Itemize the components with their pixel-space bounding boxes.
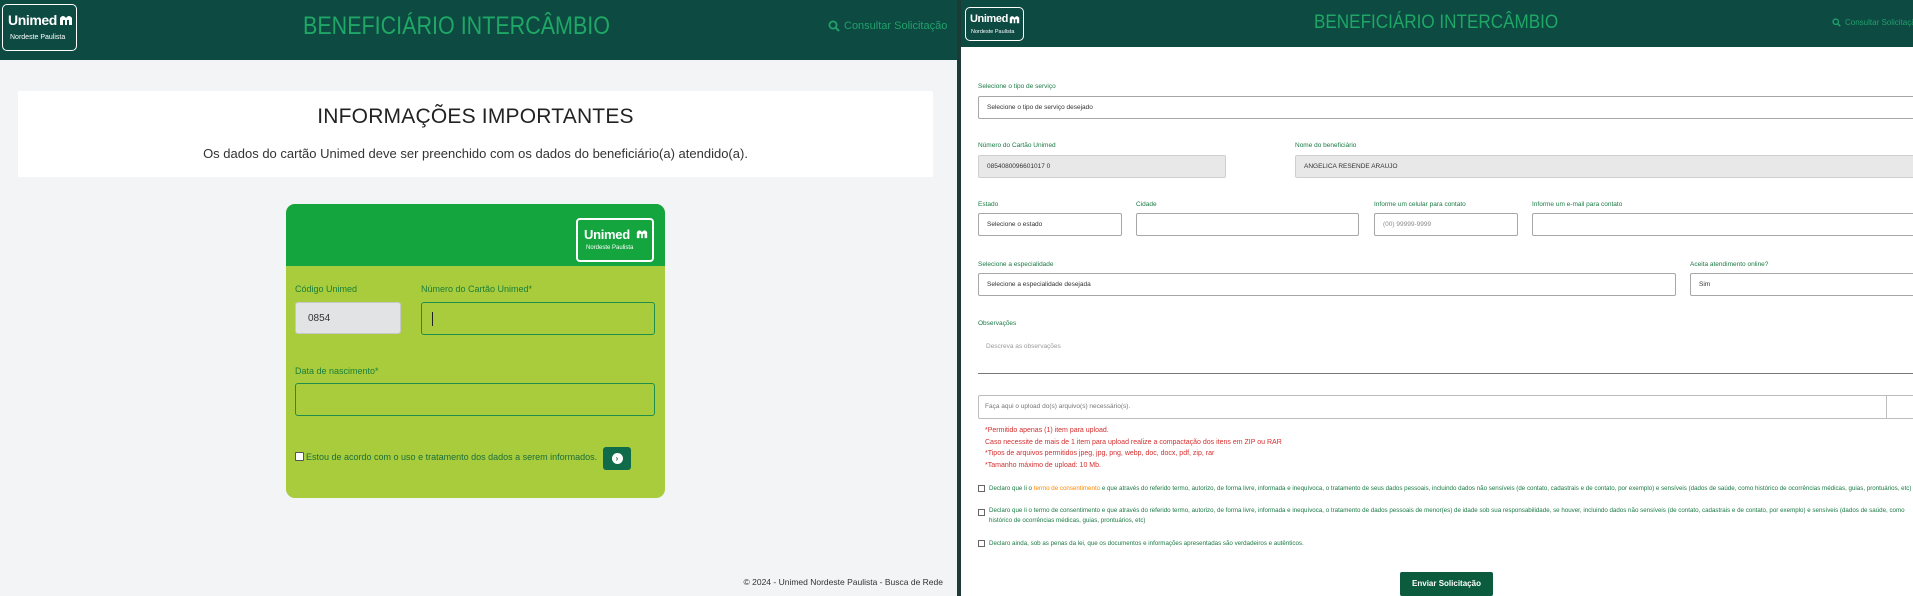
unimed-code-field: 0854 (295, 302, 401, 334)
online-service-select[interactable]: Sim (1690, 273, 1913, 296)
submit-request-button[interactable]: Enviar Solicitação (1400, 572, 1493, 596)
card-number-label: Número do Cartão Unimed (978, 142, 1056, 149)
logo-text: Unimed (970, 13, 1008, 25)
upload-placeholder: Faça aqui o upload do(s) arquivo(s) nece… (985, 403, 1131, 410)
card-number-label: Número do Cartão Unimed* (421, 284, 533, 294)
unimed-code-value: 0854 (308, 313, 331, 324)
request-form-page: Unimed Nordeste Paulista BENEFICIÁRIO IN… (961, 0, 1913, 596)
service-type-value: Selecione o tipo de serviço desejado (987, 104, 1093, 111)
unimed-symbol-icon (636, 230, 648, 239)
consult-request-link[interactable]: Consultar Solicitação (828, 20, 947, 32)
card-number-field: 0854080096601017 0 (978, 155, 1226, 178)
card-number-value: 0854080096601017 0 (987, 163, 1051, 170)
logo-subtitle: Nordeste Paulista (971, 29, 1015, 35)
declaration-3: Declaro ainda, sob as penas da lei, que … (978, 539, 1913, 549)
browse-button[interactable] (1886, 395, 1913, 419)
upload-rule-4: *Tamanho máximo de upload: 10 Mb. (985, 461, 1101, 469)
declaration-3-text: Declaro ainda, sob as penas da lei, que … (989, 540, 1304, 547)
specialty-value: Selecione a especialidade desejada (987, 281, 1091, 288)
phone-placeholder: (00) 99999-9999 (1383, 221, 1432, 228)
declaration-2-text: Declaro que li o termo de consentimento … (989, 507, 1905, 524)
notes-placeholder: Descreva as observações (986, 343, 1061, 350)
card-number-input[interactable] (421, 302, 655, 335)
state-value: Selecione o estado (987, 221, 1043, 228)
search-icon (1832, 18, 1841, 27)
text-cursor (432, 312, 433, 326)
beneficiary-name-label: Nome do beneficiário (1295, 142, 1357, 149)
consent-label: Estou de acordo com o uso e tratamento d… (306, 452, 598, 462)
file-upload-input[interactable]: Faça aqui o upload do(s) arquivo(s) nece… (978, 395, 1913, 419)
declaration-2: Declaro que li o termo de consentimento … (978, 506, 1913, 526)
logo-subtitle: Nordeste Paulista (10, 34, 66, 41)
upload-rule-2: Caso necessite de mais de 1 item para up… (985, 438, 1282, 446)
online-service-label: Aceita atendimento online? (1690, 261, 1769, 268)
declaration-3-checkbox[interactable] (978, 540, 985, 547)
consult-request-label: Consultar Solicitação (1845, 18, 1913, 27)
footer-text: © 2024 - Unimed Nordeste Paulista - Busc… (743, 577, 943, 587)
important-info-card: INFORMAÇÕES IMPORTANTES Os dados do cart… (18, 91, 933, 177)
phone-label: Informe um celular para contato (1374, 201, 1466, 208)
online-service-value: Sim (1699, 281, 1711, 288)
unimed-logo[interactable]: Unimed Nordeste Paulista (2, 4, 77, 51)
login-card-header: Unimed Nordeste Paulista (286, 204, 665, 266)
info-title: INFORMAÇÕES IMPORTANTES (317, 105, 634, 128)
info-text: Os dados do cartão Unimed deve ser preen… (203, 146, 748, 161)
beneficiary-name-field: ANGELICA RESENDE ARAUJO (1295, 155, 1913, 178)
unimed-symbol-icon (60, 16, 72, 25)
declaration-1-checkbox[interactable] (978, 485, 985, 492)
state-label: Estado (978, 201, 999, 208)
city-select[interactable] (1136, 213, 1359, 236)
consent-checkbox[interactable] (295, 452, 304, 461)
card-logo-subtitle: Nordeste Paulista (586, 245, 634, 251)
email-input[interactable] (1532, 213, 1913, 236)
declaration-1: Declaro que li o termo de consentimento … (978, 484, 1913, 494)
submit-login-button[interactable]: › (603, 447, 631, 470)
search-icon (828, 20, 840, 32)
service-type-label: Selecione o tipo de serviço (978, 83, 1056, 90)
birth-date-input[interactable] (295, 383, 655, 416)
service-type-select[interactable]: Selecione o tipo de serviço desejado (978, 96, 1913, 119)
card-unimed-logo: Unimed Nordeste Paulista (576, 218, 654, 262)
email-label: Informe um e-mail para contato (1532, 201, 1623, 208)
consult-request-link[interactable]: Consultar Solicitação (1832, 18, 1913, 27)
specialty-label: Selecione a especialidade (978, 261, 1054, 268)
declaration-1-text-a: Declaro que li o (989, 485, 1034, 492)
unimed-logo[interactable]: Unimed Nordeste Paulista (965, 7, 1024, 41)
upload-rule-1: *Permitido apenas (1) item para upload. (985, 427, 1109, 434)
unimed-code-label: Código Unimed (295, 284, 358, 294)
upload-rules: *Permitido apenas (1) item para upload. … (985, 425, 1282, 471)
page-title: BENEFICIÁRIO INTERCÂMBIO (303, 12, 611, 40)
declaration-2-checkbox[interactable] (978, 509, 985, 516)
beneficiary-name-value: ANGELICA RESENDE ARAUJO (1304, 163, 1398, 170)
notes-label: Observações (978, 320, 1017, 327)
declaration-1-text-b: e que através do referido termo, autoriz… (1100, 485, 1912, 492)
consult-request-label: Consultar Solicitação (844, 20, 948, 32)
page-title: BENEFICIÁRIO INTERCÂMBIO (1314, 12, 1559, 33)
state-select[interactable]: Selecione o estado (978, 213, 1122, 236)
card-logo-text: Unimed (584, 227, 630, 242)
login-card: Unimed Nordeste Paulista Código Unimed 0… (286, 204, 665, 498)
city-label: Cidade (1136, 201, 1157, 208)
arrow-right-icon: › (611, 453, 623, 464)
birth-date-label: Data de nascimento* (295, 366, 379, 376)
top-header: Unimed Nordeste Paulista BENEFICIÁRIO IN… (0, 0, 957, 60)
logo-text: Unimed (8, 12, 57, 28)
notes-textarea[interactable]: Descreva as observações (978, 332, 1913, 374)
unimed-symbol-icon (1009, 16, 1020, 24)
upload-rule-3: *Tipos de arquivos permitidos jpeg, jpg,… (985, 450, 1215, 458)
screenshot-root: Unimed Nordeste Paulista BENEFICIÁRIO IN… (0, 0, 1913, 596)
consent-term-link[interactable]: termo de consentimento (1034, 485, 1100, 492)
login-page: Unimed Nordeste Paulista BENEFICIÁRIO IN… (0, 0, 957, 596)
top-header: Unimed Nordeste Paulista BENEFICIÁRIO IN… (961, 0, 1913, 47)
phone-input[interactable]: (00) 99999-9999 (1374, 213, 1518, 236)
specialty-select[interactable]: Selecione a especialidade desejada (978, 273, 1676, 296)
